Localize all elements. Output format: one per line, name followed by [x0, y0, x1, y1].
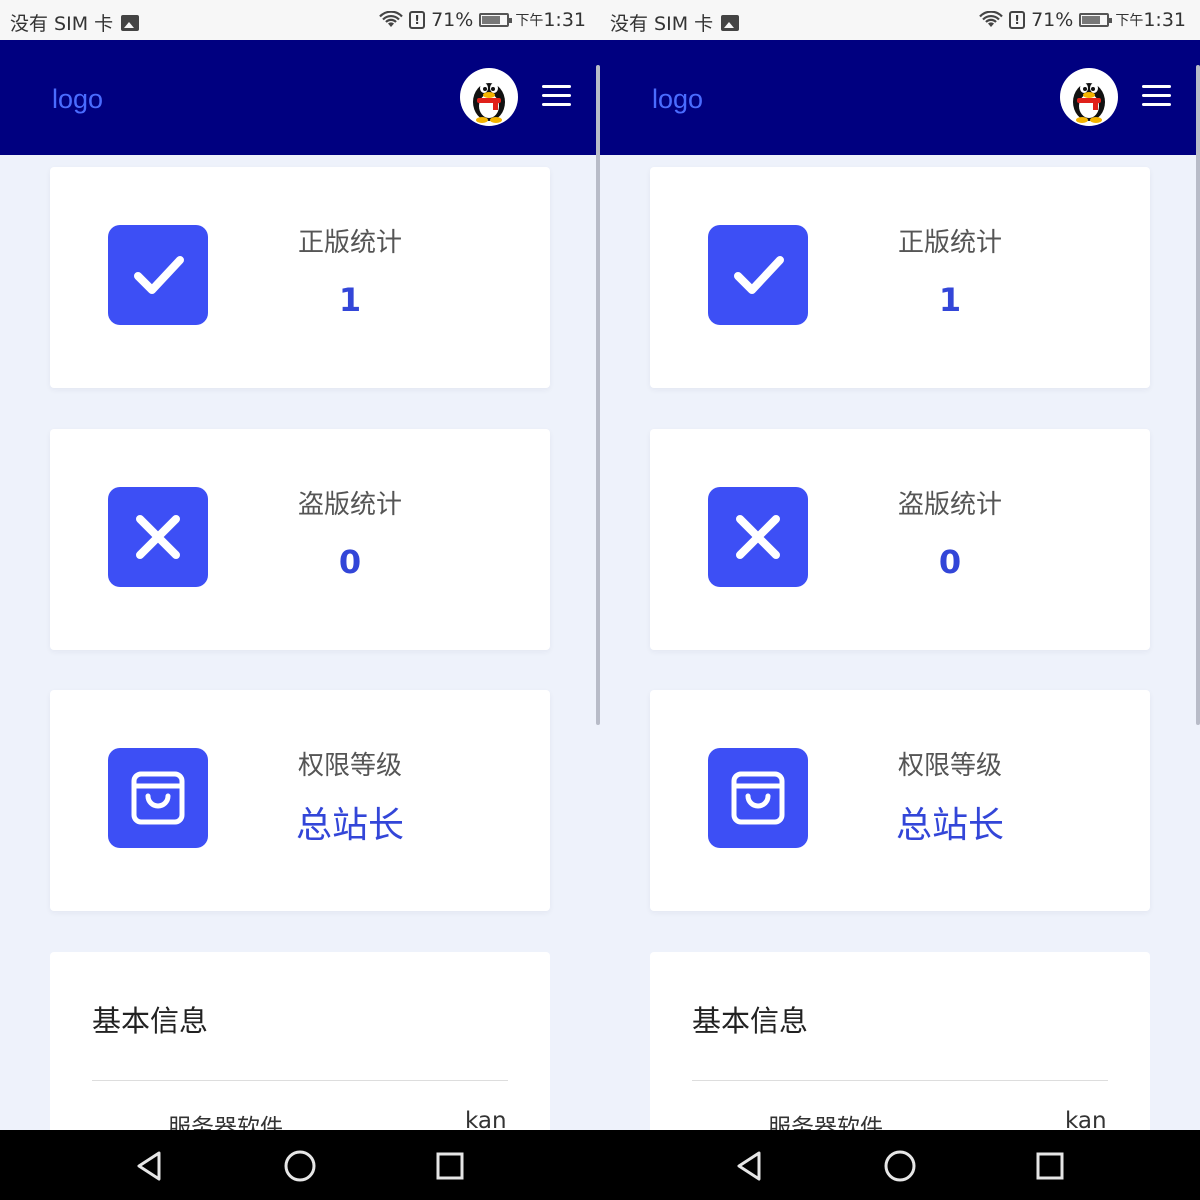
- close-icon: [108, 487, 208, 587]
- stat-value: 总站长: [895, 805, 1004, 846]
- battery-icon: [479, 13, 513, 27]
- stat-text: 权限等级 总站长: [260, 745, 440, 848]
- divider: [692, 1080, 1108, 1081]
- stat-card-genuine: 正版统计 1: [650, 167, 1150, 388]
- stat-value: 1: [338, 281, 362, 319]
- stat-card-pirated: 盗版统计 0: [50, 429, 550, 650]
- wifi-icon: [379, 11, 403, 27]
- avatar[interactable]: [1060, 68, 1118, 126]
- scrollbar[interactable]: [1196, 65, 1200, 725]
- image-notification-icon: [121, 14, 140, 31]
- close-icon: [708, 487, 808, 587]
- clock: 1:31: [1143, 9, 1186, 31]
- basic-info-card: 基本信息 服务器软件 kan: [650, 952, 1150, 1130]
- info-key: 服务器软件: [768, 1115, 883, 1130]
- menu-icon[interactable]: [1142, 85, 1171, 107]
- image-notification-icon: [721, 14, 740, 31]
- info-title: 基本信息: [692, 1004, 809, 1038]
- info-value: kan: [465, 1108, 507, 1130]
- penguin-avatar-icon: [473, 83, 505, 123]
- stat-value: 总站长: [295, 805, 404, 846]
- check-icon: [708, 225, 808, 325]
- divider: [92, 1080, 508, 1081]
- back-icon[interactable]: [733, 1149, 767, 1183]
- stat-text: 正版统计 1: [860, 222, 1040, 319]
- stat-value: 0: [338, 543, 362, 581]
- clock: 1:31: [543, 9, 586, 31]
- back-icon[interactable]: [133, 1149, 167, 1183]
- avatar[interactable]: [460, 68, 518, 126]
- status-right: ! 71% 下午 1:31: [379, 9, 586, 31]
- stat-text: 正版统计 1: [260, 222, 440, 319]
- right-pane: 没有 SIM 卡 ! 71% 下午 1:31 logo 正版统计 1 盗版统计 …: [600, 0, 1200, 1130]
- screenshot-root: 没有 SIM 卡 ! 71% 下午 1:31 logo 正版统计 1 盗版统计 …: [0, 0, 1200, 1200]
- time-prefix: 下午: [1115, 13, 1144, 29]
- info-key: 服务器软件: [168, 1115, 283, 1130]
- status-right: ! 71% 下午 1:31: [979, 9, 1186, 31]
- stat-label: 权限等级: [297, 751, 402, 781]
- logo[interactable]: logo: [652, 84, 703, 115]
- system-navigation-bar: [0, 1130, 1200, 1200]
- recent-apps-icon[interactable]: [433, 1149, 467, 1183]
- status-bar: 没有 SIM 卡 ! 71% 下午 1:31: [600, 0, 1200, 40]
- info-title: 基本信息: [92, 1004, 209, 1038]
- stat-card-pirated: 盗版统计 0: [650, 429, 1150, 650]
- stat-label: 正版统计: [897, 228, 1002, 258]
- stat-card-permission: 权限等级 总站长: [50, 690, 550, 911]
- time-prefix: 下午: [515, 13, 544, 29]
- status-left: 没有 SIM 卡: [10, 9, 140, 36]
- check-icon: [108, 225, 208, 325]
- logo[interactable]: logo: [52, 84, 103, 115]
- battery-icon: [1079, 13, 1113, 27]
- top-navbar: logo: [600, 40, 1200, 155]
- alert-icon: !: [409, 11, 426, 29]
- top-navbar: logo: [0, 40, 600, 155]
- stat-label: 盗版统计: [897, 490, 1002, 520]
- left-pane: 没有 SIM 卡 ! 71% 下午 1:31 logo 正版统计 1 盗版统计 …: [0, 0, 600, 1130]
- battery-percent: 71%: [431, 9, 474, 31]
- info-value: kan: [1065, 1108, 1107, 1130]
- status-bar: 没有 SIM 卡 ! 71% 下午 1:31: [0, 0, 600, 40]
- carrier-text: 没有 SIM 卡: [610, 13, 714, 35]
- alert-icon: !: [1009, 11, 1026, 29]
- wifi-icon: [979, 11, 1003, 27]
- stat-text: 盗版统计 0: [860, 484, 1040, 581]
- basic-info-card: 基本信息 服务器软件 kan: [50, 952, 550, 1130]
- stat-label: 盗版统计: [297, 490, 402, 520]
- menu-icon[interactable]: [542, 85, 571, 107]
- stat-value: 1: [938, 281, 962, 319]
- home-icon[interactable]: [883, 1149, 917, 1183]
- stat-value: 0: [938, 543, 962, 581]
- recent-apps-icon[interactable]: [1033, 1149, 1067, 1183]
- status-left: 没有 SIM 卡: [610, 9, 740, 36]
- stat-card-genuine: 正版统计 1: [50, 167, 550, 388]
- shopping-bag-icon: [708, 748, 808, 848]
- battery-percent: 71%: [1031, 9, 1074, 31]
- stat-text: 盗版统计 0: [260, 484, 440, 581]
- carrier-text: 没有 SIM 卡: [10, 13, 114, 35]
- stat-text: 权限等级 总站长: [860, 745, 1040, 848]
- home-icon[interactable]: [283, 1149, 317, 1183]
- stat-label: 权限等级: [897, 751, 1002, 781]
- shopping-bag-icon: [108, 748, 208, 848]
- stat-card-permission: 权限等级 总站长: [650, 690, 1150, 911]
- penguin-avatar-icon: [1073, 83, 1105, 123]
- stat-label: 正版统计: [297, 228, 402, 258]
